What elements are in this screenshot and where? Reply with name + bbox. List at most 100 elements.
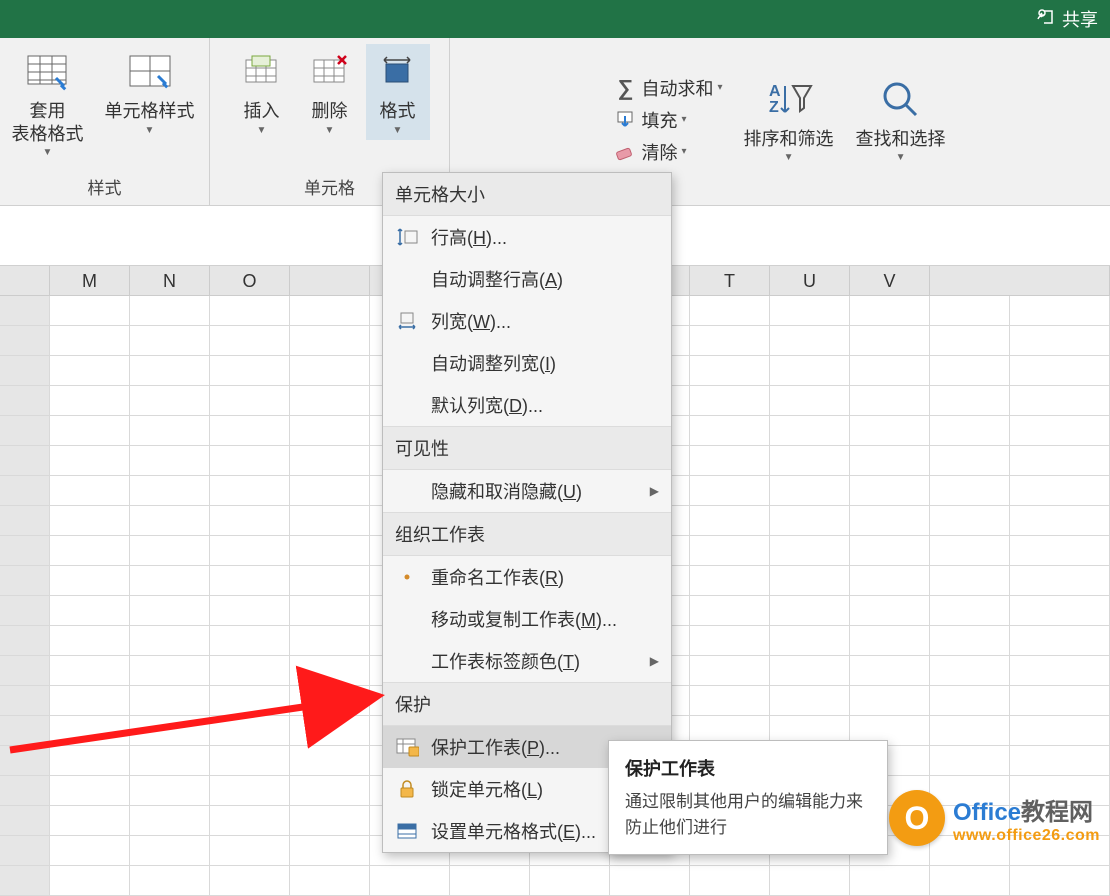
fill-button[interactable]: 填充 ▾ xyxy=(607,104,728,136)
col-header[interactable]: U xyxy=(770,266,850,295)
cell[interactable] xyxy=(690,476,770,506)
cell[interactable] xyxy=(130,716,210,746)
cell[interactable] xyxy=(130,386,210,416)
cell[interactable] xyxy=(1010,476,1110,506)
cell[interactable] xyxy=(130,686,210,716)
cell[interactable] xyxy=(50,446,130,476)
cell[interactable] xyxy=(690,626,770,656)
cell[interactable] xyxy=(290,386,370,416)
cell[interactable] xyxy=(290,656,370,686)
cell[interactable] xyxy=(930,416,1010,446)
cell[interactable] xyxy=(850,866,930,896)
cell[interactable] xyxy=(690,596,770,626)
cell[interactable] xyxy=(690,686,770,716)
cell[interactable] xyxy=(130,476,210,506)
cell[interactable] xyxy=(210,626,290,656)
cell[interactable] xyxy=(290,836,370,866)
cell[interactable] xyxy=(1010,506,1110,536)
cell[interactable] xyxy=(930,446,1010,476)
cell[interactable] xyxy=(770,296,850,326)
menu-item-rename-sheet[interactable]: 重命名工作表(R) xyxy=(383,556,671,598)
cell[interactable] xyxy=(930,656,1010,686)
cell[interactable] xyxy=(50,836,130,866)
cell[interactable] xyxy=(210,326,290,356)
cell[interactable] xyxy=(690,506,770,536)
cell[interactable] xyxy=(850,386,930,416)
cell[interactable] xyxy=(610,866,690,896)
cell[interactable] xyxy=(770,476,850,506)
cell[interactable] xyxy=(210,386,290,416)
cell[interactable] xyxy=(130,656,210,686)
cell[interactable] xyxy=(130,776,210,806)
cell[interactable] xyxy=(770,386,850,416)
col-header[interactable]: O xyxy=(210,266,290,295)
cell[interactable] xyxy=(210,776,290,806)
autosum-button[interactable]: ∑ 自动求和 ▾ xyxy=(607,72,728,104)
cell[interactable] xyxy=(850,686,930,716)
cell[interactable] xyxy=(210,686,290,716)
cell[interactable] xyxy=(210,806,290,836)
share-label[interactable]: 共享 xyxy=(1062,6,1098,32)
cell[interactable] xyxy=(1010,566,1110,596)
cell[interactable] xyxy=(770,356,850,386)
menu-item-tab-color[interactable]: 工作表标签颜色(T)▶ xyxy=(383,640,671,682)
cell[interactable] xyxy=(50,506,130,536)
cell[interactable] xyxy=(930,356,1010,386)
cell[interactable] xyxy=(930,536,1010,566)
cell[interactable] xyxy=(1010,296,1110,326)
cell[interactable] xyxy=(130,416,210,446)
cell[interactable] xyxy=(850,656,930,686)
cell[interactable] xyxy=(50,686,130,716)
cell[interactable] xyxy=(850,596,930,626)
cell[interactable] xyxy=(1010,866,1110,896)
cell[interactable] xyxy=(130,746,210,776)
cell[interactable] xyxy=(850,536,930,566)
col-header[interactable]: M xyxy=(50,266,130,295)
cell[interactable] xyxy=(130,806,210,836)
cell[interactable] xyxy=(130,626,210,656)
cell[interactable] xyxy=(290,326,370,356)
col-header[interactable] xyxy=(290,266,370,295)
cell[interactable] xyxy=(210,446,290,476)
cell[interactable] xyxy=(210,866,290,896)
cell[interactable] xyxy=(690,566,770,596)
cell[interactable] xyxy=(50,536,130,566)
cell[interactable] xyxy=(290,506,370,536)
cell[interactable] xyxy=(130,566,210,596)
cell[interactable] xyxy=(930,746,1010,776)
cell[interactable] xyxy=(1010,716,1110,746)
cell[interactable] xyxy=(210,746,290,776)
cell[interactable] xyxy=(930,386,1010,416)
cell[interactable] xyxy=(770,566,850,596)
cell[interactable] xyxy=(210,656,290,686)
cell[interactable] xyxy=(290,446,370,476)
cell[interactable] xyxy=(50,386,130,416)
cell[interactable] xyxy=(290,596,370,626)
clear-button[interactable]: 清除 ▾ xyxy=(607,136,728,168)
cell[interactable] xyxy=(210,566,290,596)
cell[interactable] xyxy=(850,326,930,356)
cell[interactable] xyxy=(930,506,1010,536)
cell[interactable] xyxy=(290,716,370,746)
cell[interactable] xyxy=(690,326,770,356)
cell[interactable] xyxy=(290,476,370,506)
cell[interactable] xyxy=(770,656,850,686)
cell[interactable] xyxy=(850,626,930,656)
cell[interactable] xyxy=(850,566,930,596)
cell[interactable] xyxy=(290,776,370,806)
cell[interactable] xyxy=(770,326,850,356)
cell[interactable] xyxy=(210,536,290,566)
cell[interactable] xyxy=(690,446,770,476)
cell[interactable] xyxy=(130,326,210,356)
cell[interactable] xyxy=(930,566,1010,596)
cell[interactable] xyxy=(930,626,1010,656)
cell[interactable] xyxy=(50,416,130,446)
cell[interactable] xyxy=(1010,656,1110,686)
cell[interactable] xyxy=(130,506,210,536)
cell[interactable] xyxy=(210,476,290,506)
cell[interactable] xyxy=(50,626,130,656)
col-header[interactable]: T xyxy=(690,266,770,295)
cell[interactable] xyxy=(1010,356,1110,386)
cell[interactable] xyxy=(930,686,1010,716)
cell[interactable] xyxy=(770,416,850,446)
